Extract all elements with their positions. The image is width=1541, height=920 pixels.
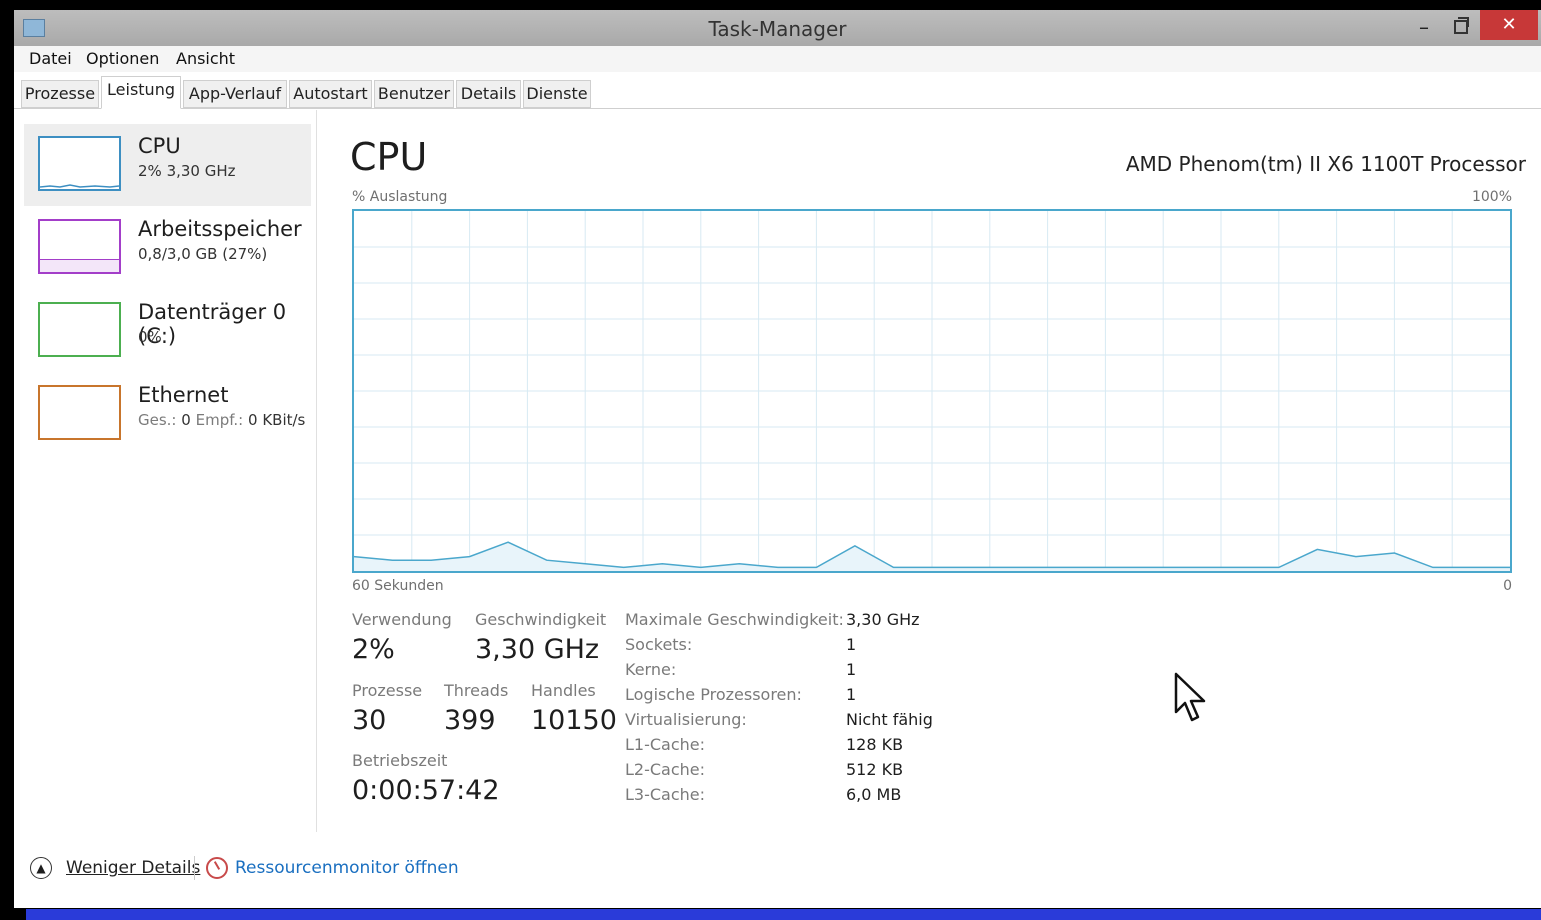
tab-details[interactable]: Details [456,80,521,108]
spec-value: 6,0 MB [846,785,902,804]
memory-thumbnail-graph [38,219,121,274]
processes-value: 30 [352,705,387,736]
page-title: CPU [350,135,428,179]
x-axis-min-label: 0 [1503,578,1512,594]
memory-thumbnail-fill [40,259,119,272]
sidebar-memory-sub: 0,8/3,0 GB (27%) [138,245,268,263]
title-bar[interactable]: Task-Manager – ✕ [14,10,1541,46]
sidebar-item-memory[interactable]: Arbeitsspeicher 0,8/3,0 GB (27%) [24,207,311,289]
spec-label: Logische Prozessoren: [625,685,802,704]
spec-value: Nicht fähig [846,710,933,729]
menu-bar: Datei Optionen Ansicht [14,46,1541,72]
spec-label: Maximale Geschwindigkeit: [625,610,844,629]
footer-bar: ▲ Weniger Details Ressourcenmonitor öffn… [14,848,1541,888]
tab-benutzer[interactable]: Benutzer [374,80,454,108]
spec-label: L1-Cache: [625,735,706,754]
spec-label: L2-Cache: [625,760,706,779]
sidebar-cpu-sub: 2% 3,30 GHz [138,162,236,180]
menu-ansicht[interactable]: Ansicht [176,49,235,68]
performance-sidebar: CPU 2% 3,30 GHz Arbeitsspeicher 0,8/3,0 … [14,110,317,832]
ethernet-send-label: Ges.: [138,411,177,429]
mouse-pointer-icon [1174,672,1214,732]
y-axis-label: % Auslastung [352,189,448,205]
spec-value: 1 [846,685,857,704]
cpu-usage-graph [352,209,1512,573]
threads-label: Threads [444,681,509,700]
restore-icon-front [1454,20,1468,34]
tab-prozesse[interactable]: Prozesse [21,80,99,108]
cpu-usage-chart [354,211,1510,571]
tab-autostart[interactable]: Autostart [289,80,372,108]
sidebar-ethernet-name: Ethernet [138,383,229,407]
y-axis-max-label: 100% [1471,189,1512,205]
footer-divider [194,856,195,880]
tab-dienste[interactable]: Dienste [523,80,591,108]
task-manager-window: Task-Manager – ✕ Datei Optionen Ansicht … [14,10,1541,908]
spec-label: Virtualisierung: [625,710,747,729]
resource-monitor-icon[interactable] [206,857,228,879]
spec-value: 1 [846,660,857,679]
minimize-button[interactable]: – [1409,12,1439,42]
uptime-value: 0:00:57:42 [352,775,500,806]
ethernet-send-value: 0 [181,411,191,429]
spec-label: Sockets: [625,635,693,654]
sidebar-item-cpu[interactable]: CPU 2% 3,30 GHz [24,124,311,206]
x-axis-label: 60 Sekunden [352,578,444,594]
window-title: Task-Manager [708,17,847,41]
cpu-thumbnail-graph [38,136,121,191]
sidebar-item-ethernet[interactable]: Ethernet Ges.: 0 Empf.: 0 KBit/s [24,373,311,455]
sidebar-disk-sub: 0% [138,328,162,346]
ethernet-receive-label: Empf.: [195,411,244,429]
spec-value: 512 KB [846,760,904,779]
cpu-thumbnail-line [39,184,120,188]
ethernet-thumbnail-graph [38,385,121,440]
disk-thumbnail-graph [38,302,121,357]
tab-bar: Prozesse Leistung App-Verlauf Autostart … [14,76,1541,109]
speed-label: Geschwindigkeit [475,610,607,629]
sidebar-disk-name: Datenträger 0 (C:) [138,300,287,348]
ethernet-receive-value: 0 KBit/s [248,411,306,429]
tab-app-verlauf[interactable]: App-Verlauf [183,80,287,108]
threads-value: 399 [444,705,496,736]
uptime-label: Betriebszeit [352,751,448,770]
spec-value: 1 [846,635,857,654]
menu-datei[interactable]: Datei [29,49,72,68]
processes-label: Prozesse [352,681,423,700]
usage-label: Verwendung [352,610,452,629]
speed-value: 3,30 GHz [475,634,600,665]
handles-label: Handles [531,681,596,700]
processor-name: AMD Phenom(tm) II X6 1100T Processor [1125,152,1526,176]
spec-label: L3-Cache: [625,785,706,804]
sidebar-memory-name: Arbeitsspeicher [138,217,302,241]
tab-leistung[interactable]: Leistung [101,76,181,109]
sidebar-item-disk[interactable]: Datenträger 0 (C:) 0% [24,290,311,372]
spec-label: Kerne: [625,660,677,679]
close-button[interactable]: ✕ [1480,10,1538,40]
handles-value: 10150 [531,705,617,736]
chevron-up-icon[interactable]: ▲ [30,857,52,879]
spec-value: 128 KB [846,735,904,754]
resource-monitor-link[interactable]: Ressourcenmonitor öffnen [235,858,459,878]
less-details-link[interactable]: Weniger Details [66,858,200,878]
sidebar-ethernet-sub: Ges.: 0 Empf.: 0 KBit/s [138,411,305,429]
sidebar-cpu-name: CPU [138,134,181,158]
spec-value: 3,30 GHz [846,610,920,629]
usage-value: 2% [352,634,395,665]
restore-button[interactable] [1446,12,1476,42]
taskbar-strip [26,909,1541,920]
menu-optionen[interactable]: Optionen [86,49,159,68]
